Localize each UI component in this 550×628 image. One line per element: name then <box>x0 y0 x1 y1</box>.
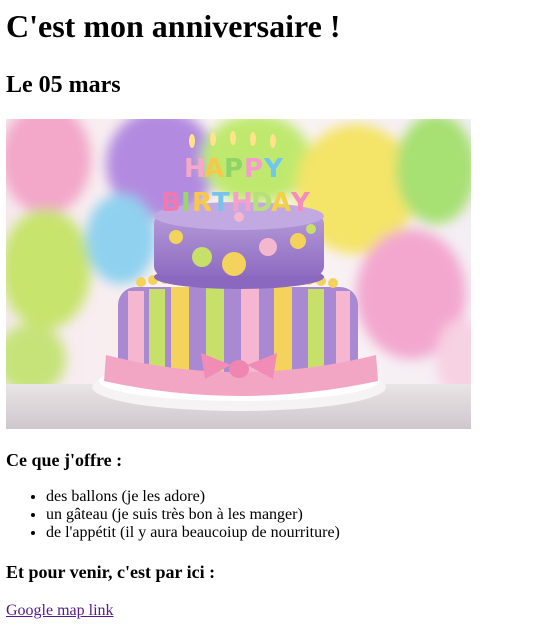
svg-text:T: T <box>212 188 230 218</box>
list-item: des ballons (je les adore) <box>46 488 544 506</box>
svg-text:B: B <box>161 188 181 218</box>
svg-text:A: A <box>271 188 291 218</box>
list-item: de l'appétit (il y aura beaucoiup de nou… <box>46 524 544 542</box>
svg-text:P: P <box>224 154 243 184</box>
svg-text:A: A <box>204 154 224 184</box>
svg-text:D: D <box>251 188 273 218</box>
map-link-row: Google map link <box>6 602 544 620</box>
svg-text:H: H <box>231 188 253 218</box>
offer-list: des ballons (je les adore) un gâteau (je… <box>6 488 544 542</box>
birthday-cake-image: H A P P Y B I R T H D A Y <box>6 119 471 429</box>
offer-heading: Ce que j'offre : <box>6 450 123 470</box>
svg-text:Y: Y <box>263 154 284 184</box>
google-map-link[interactable]: Google map link <box>6 602 114 619</box>
svg-text:H: H <box>184 154 206 184</box>
svg-text:P: P <box>244 154 263 184</box>
svg-text:Y: Y <box>290 188 311 218</box>
page-content: C'est mon anniversaire ! Le 05 mars H A … <box>0 8 550 620</box>
page-title: C'est mon anniversaire ! <box>6 8 341 44</box>
list-item: un gâteau (je suis très bon à les manger… <box>46 506 544 524</box>
svg-text:R: R <box>192 188 212 218</box>
svg-text:I: I <box>181 188 191 218</box>
directions-heading: Et pour venir, c'est par ici : <box>6 562 216 582</box>
event-date: Le 05 mars <box>6 72 121 98</box>
